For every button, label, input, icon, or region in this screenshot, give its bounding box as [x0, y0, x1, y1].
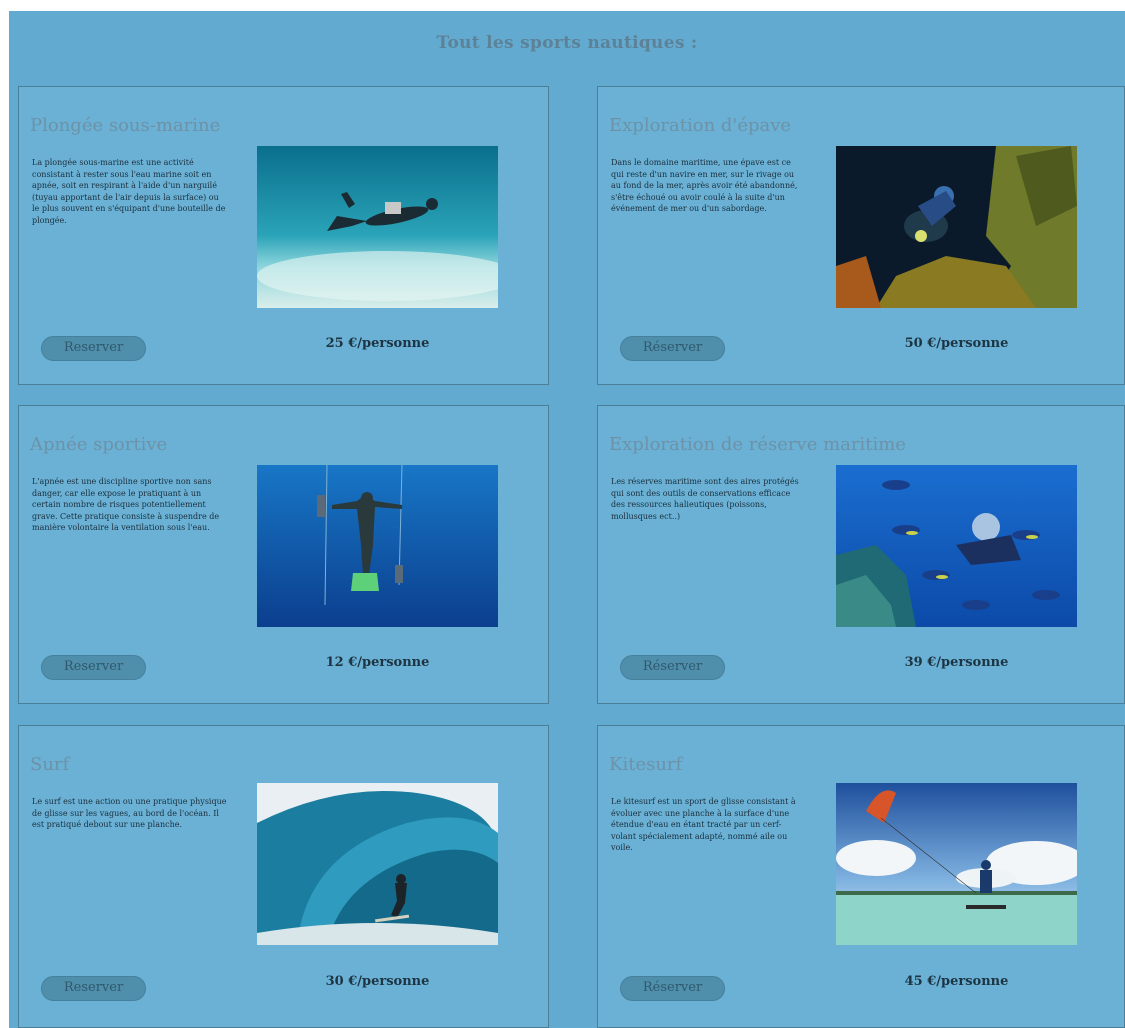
price-label: 30 €/personne [325, 974, 430, 989]
price-label: 45 €/personne [904, 974, 1009, 989]
price-label: 50 €/personne [904, 336, 1009, 351]
reef-fish-image [836, 465, 1077, 627]
kitesurfer-image [836, 783, 1077, 945]
card-kitesurf: Kitesurf Le kitesurf est un sport de gli… [597, 725, 1125, 1028]
card-surf: Surf Le surf est une action ou une prati… [18, 725, 549, 1028]
card-description: L'apnée est une discipline sportive non … [32, 477, 220, 532]
card-title: Apnée sportive [30, 434, 168, 455]
price-label: 25 €/personne [325, 336, 430, 351]
card-title: Exploration d'épave [609, 115, 792, 136]
reserve-button[interactable]: Reserver [41, 655, 146, 680]
card-epave: Exploration d'épave Dans le domaine mari… [597, 86, 1125, 385]
surfer-wave-image [257, 783, 498, 945]
card-description: Le surf est une action ou une pratique p… [32, 797, 227, 829]
wreck-diver-image [836, 146, 1077, 308]
card-title: Exploration de réserve maritime [609, 434, 906, 455]
card-description: Le kitesurf est un sport de glisse consi… [611, 797, 796, 852]
card-description: Dans le domaine maritime, une épave est … [611, 158, 798, 213]
card-title: Kitesurf [609, 754, 683, 775]
card-plongee: Plongée sous-marine La plongée sous-mari… [18, 86, 549, 385]
freediver-image [257, 465, 498, 627]
reserve-button[interactable]: Réserver [620, 336, 725, 361]
card-title: Plongée sous-marine [30, 115, 221, 136]
scuba-diver-image [257, 146, 498, 308]
page-background: Tout les sports nautiques : Plongée sous… [9, 11, 1125, 1028]
card-reserve-maritime: Exploration de réserve maritime Les rése… [597, 405, 1125, 704]
price-label: 12 €/personne [325, 655, 430, 670]
reserve-button[interactable]: Reserver [41, 336, 146, 361]
card-description: Les réserves maritime sont des aires pro… [611, 477, 799, 521]
page-title: Tout les sports nautiques : [436, 33, 698, 53]
card-title: Surf [30, 754, 70, 775]
reserve-button[interactable]: Réserver [620, 976, 725, 1001]
reserve-button[interactable]: Réserver [620, 655, 725, 680]
card-apnee: Apnée sportive L'apnée est une disciplin… [18, 405, 549, 704]
price-label: 39 €/personne [904, 655, 1009, 670]
reserve-button[interactable]: Reserver [41, 976, 146, 1001]
card-description: La plongée sous-marine est une activité … [32, 158, 226, 225]
